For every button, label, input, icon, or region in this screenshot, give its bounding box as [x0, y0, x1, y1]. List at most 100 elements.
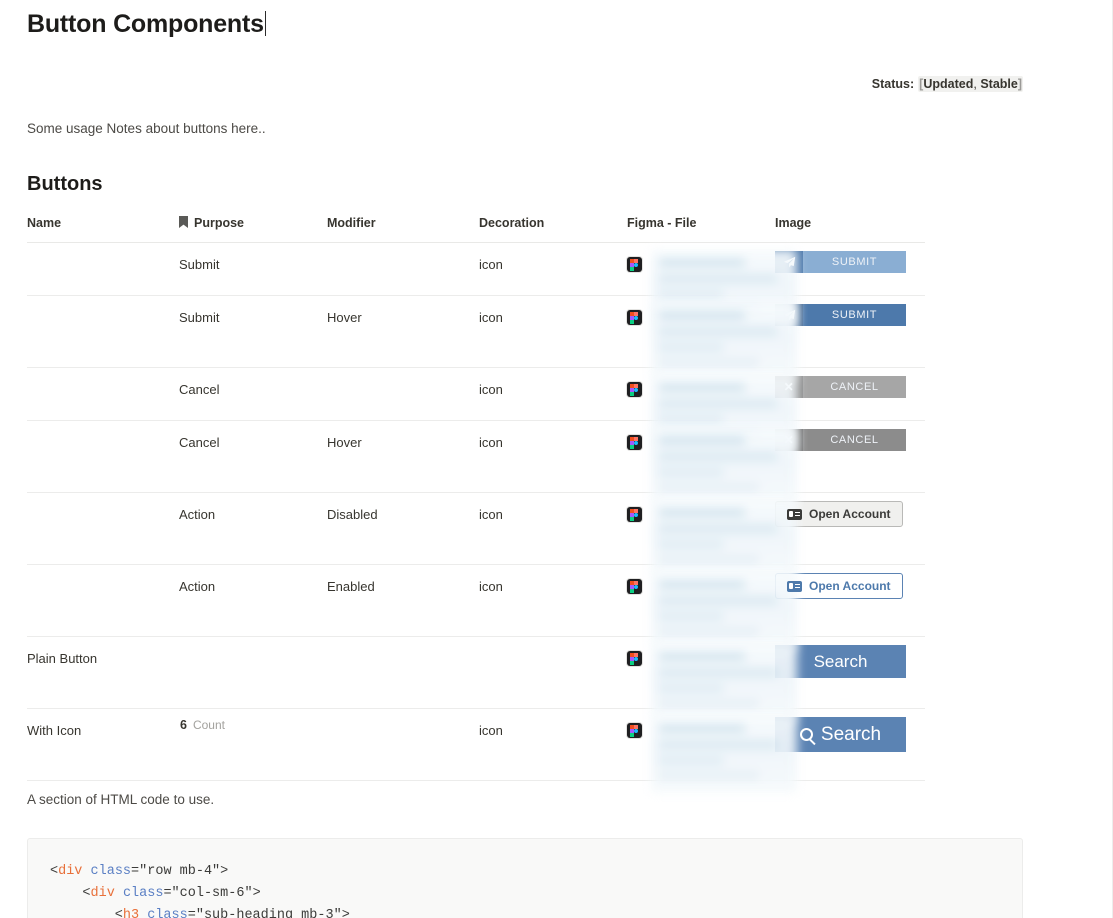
figma-logo-icon[interactable]: [627, 651, 642, 666]
figma-file-cell[interactable]: [627, 374, 797, 452]
code-caption[interactable]: A section of HTML code to use.: [27, 792, 214, 807]
cell-decoration[interactable]: icon: [479, 564, 627, 637]
cell-modifier[interactable]: Hover: [327, 295, 479, 368]
column-header-purpose[interactable]: Purpose: [179, 216, 327, 243]
cell-figma[interactable]: [627, 492, 797, 577]
figma-file-cell[interactable]: [627, 571, 797, 649]
code-token-tag: div: [58, 864, 83, 879]
cell-figma[interactable]: [627, 367, 797, 452]
column-header-decoration[interactable]: Decoration: [479, 216, 627, 243]
cell-name[interactable]: [27, 367, 179, 421]
cell-decoration[interactable]: icon: [479, 420, 627, 493]
cell-purpose[interactable]: Action: [179, 492, 327, 565]
button-preview-open-account-disabled[interactable]: Open Account: [775, 501, 903, 527]
figma-file-cell[interactable]: [627, 427, 797, 505]
cell-decoration[interactable]: icon: [479, 367, 627, 421]
table-header: Name Purpose Modifier Decoration Figma -…: [27, 216, 925, 243]
cell-name[interactable]: [27, 420, 179, 493]
cell-modifier[interactable]: Hover: [327, 420, 479, 493]
cell-modifier[interactable]: [327, 367, 479, 421]
bookmark-icon: [179, 216, 188, 228]
figma-logo-icon[interactable]: [627, 382, 642, 397]
table-footer-count[interactable]: 6 Count: [27, 718, 925, 732]
cell-name[interactable]: Plain Button: [27, 636, 179, 709]
cell-purpose[interactable]: Submit: [179, 295, 327, 368]
status-chip[interactable]: [Updated, Stable]: [918, 76, 1023, 92]
button-preview-cancel-normal[interactable]: ✕ CANCEL: [775, 376, 906, 398]
cell-purpose[interactable]: Cancel: [179, 420, 327, 493]
cell-image[interactable]: SUBMIT: [775, 242, 925, 296]
table-row[interactable]: Cancel Hover icon ✕ CANCEL: [27, 420, 925, 505]
figma-file-cell[interactable]: [627, 249, 797, 327]
figma-logo-icon[interactable]: [627, 310, 642, 325]
button-icon-slot: [775, 304, 803, 326]
cell-image[interactable]: Search: [775, 636, 925, 709]
cell-image[interactable]: ✕ CANCEL: [775, 420, 925, 493]
cell-figma[interactable]: [627, 636, 797, 721]
figma-file-cell[interactable]: [627, 643, 797, 721]
figma-file-cell[interactable]: [627, 302, 797, 380]
button-label: CANCEL: [803, 376, 906, 398]
code-token-str: ="col-sm-6": [163, 886, 253, 901]
figma-logo-icon[interactable]: [627, 257, 642, 272]
code-token-attr: class: [90, 864, 132, 879]
cell-image[interactable]: Open Account: [775, 564, 925, 637]
cell-purpose[interactable]: Action: [179, 564, 327, 637]
cell-image[interactable]: ✕ CANCEL: [775, 367, 925, 421]
figma-logo-icon[interactable]: [627, 435, 642, 450]
table-row[interactable]: Plain Button Search: [27, 636, 925, 721]
button-label: Open Account: [809, 579, 891, 593]
code-block[interactable]: <div class="row mb-4"> <div class="col-s…: [27, 838, 1023, 918]
button-preview-submit-normal[interactable]: SUBMIT: [775, 251, 906, 273]
figma-file-cell[interactable]: [627, 499, 797, 577]
cell-decoration[interactable]: icon: [479, 492, 627, 565]
button-icon-slot: ✕: [775, 429, 803, 451]
cell-figma[interactable]: [627, 564, 797, 649]
button-preview-open-account-enabled[interactable]: Open Account: [775, 573, 903, 599]
button-preview-submit-hover[interactable]: SUBMIT: [775, 304, 906, 326]
status-close-bracket: ]: [1017, 77, 1022, 91]
cell-decoration[interactable]: icon: [479, 295, 627, 368]
cell-name[interactable]: [27, 564, 179, 637]
table-row[interactable]: Action Enabled icon Open Account: [27, 564, 925, 649]
table-row[interactable]: Cancel icon ✕ CANCEL: [27, 367, 925, 452]
status-value-updated: Updated: [923, 77, 974, 91]
cell-modifier[interactable]: [327, 242, 479, 296]
figma-logo-icon[interactable]: [627, 579, 642, 594]
cell-decoration[interactable]: icon: [479, 242, 627, 296]
table-row[interactable]: Submit Hover icon SUBMIT: [27, 295, 925, 380]
table-row[interactable]: Submit icon SUBMIT: [27, 242, 925, 327]
cell-purpose[interactable]: [179, 636, 327, 709]
cell-figma[interactable]: [627, 242, 797, 327]
cell-figma[interactable]: [627, 420, 797, 505]
column-header-image[interactable]: Image: [775, 216, 925, 243]
cell-name[interactable]: [27, 242, 179, 296]
column-header-figma[interactable]: Figma - File: [627, 216, 775, 243]
cell-image[interactable]: SUBMIT: [775, 295, 925, 368]
column-header-modifier[interactable]: Modifier: [327, 216, 479, 243]
buttons-table-wrapper: Name Purpose Modifier Decoration Figma -…: [27, 216, 925, 793]
cell-image[interactable]: Open Account: [775, 492, 925, 565]
cell-name[interactable]: [27, 492, 179, 565]
cell-name[interactable]: [27, 295, 179, 368]
cell-purpose[interactable]: Cancel: [179, 367, 327, 421]
figma-logo-icon[interactable]: [627, 507, 642, 522]
cell-modifier[interactable]: Disabled: [327, 492, 479, 565]
button-preview-search-plain[interactable]: Search: [775, 645, 906, 678]
cell-modifier[interactable]: Enabled: [327, 564, 479, 637]
page-title[interactable]: Button Components: [27, 10, 266, 39]
section-heading-buttons[interactable]: Buttons: [27, 173, 103, 196]
code-token-punct: [82, 864, 90, 879]
close-x-icon: ✕: [783, 380, 795, 394]
id-card-icon: [787, 508, 802, 520]
code-token-punct: >: [252, 886, 261, 901]
cell-figma[interactable]: [627, 295, 797, 380]
cell-modifier[interactable]: [327, 636, 479, 709]
cell-decoration[interactable]: [479, 636, 627, 709]
column-header-name[interactable]: Name: [27, 216, 179, 243]
cell-purpose[interactable]: Submit: [179, 242, 327, 296]
button-preview-cancel-hover[interactable]: ✕ CANCEL: [775, 429, 906, 451]
usage-notes-paragraph[interactable]: Some usage Notes about buttons here..: [27, 121, 266, 136]
status-separator: ,: [973, 77, 977, 91]
table-row[interactable]: Action Disabled icon Open Account: [27, 492, 925, 577]
